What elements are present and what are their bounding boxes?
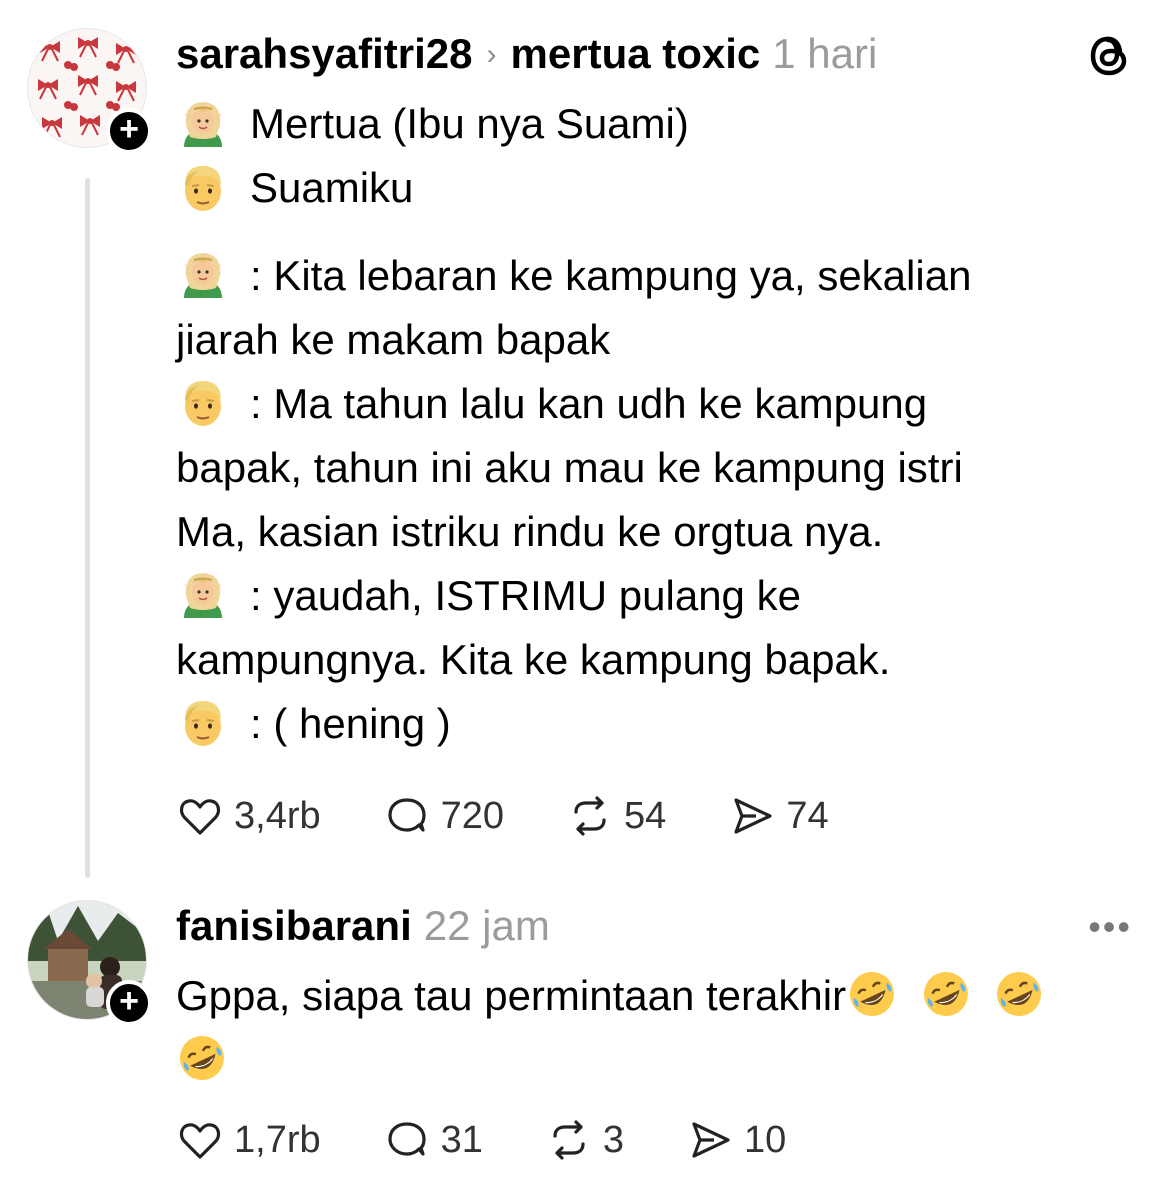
send-icon	[734, 798, 772, 834]
post-body: Gppa, siapa tau permintaan terakhir	[176, 964, 1136, 1092]
post-actions: 1,7rb 31 3 10	[176, 1116, 848, 1164]
repost-count: 3	[602, 1118, 625, 1161]
post-text: : Kita lebaran ke kampung ya, sekalian	[250, 252, 972, 299]
heart-icon	[179, 799, 221, 835]
blond-man-icon	[176, 376, 230, 430]
thread-post-reply: + fanisibarani 22 jam ••• Gppa, siapa ta…	[0, 880, 1168, 1200]
repost-icon	[553, 1120, 585, 1160]
rofl-icon	[993, 968, 1045, 1020]
post-actions: 3,4rb 720 54 74	[176, 792, 891, 840]
blond-man-icon	[176, 696, 230, 750]
threads-logo-icon[interactable]	[1084, 30, 1134, 80]
share-count: 10	[744, 1118, 787, 1161]
post-time: 22 jam	[423, 902, 550, 949]
rofl-icon	[176, 1032, 228, 1084]
post-text: Gppa, siapa tau permintaan terakhir	[176, 972, 847, 1019]
dialogue-line: : Ma tahun lalu kan udh ke kampung bapak…	[176, 372, 1136, 564]
post-text: bapak, tahun ini aku mau ke kampung istr…	[176, 444, 963, 491]
post-body: Mertua (Ibu nya Suami) Suamiku : Kita le…	[176, 92, 1136, 756]
blond-man-icon	[176, 161, 230, 215]
post-text: Ma, kasian istriku rindu ke orgtua nya.	[176, 508, 884, 555]
post-text: Mertua (Ibu nya Suami)	[250, 100, 689, 147]
share-button[interactable]: 74	[728, 792, 829, 840]
post-text: : Ma tahun lalu kan udh ke kampung	[250, 380, 928, 427]
topic-tag[interactable]: mertua toxic	[511, 30, 761, 78]
dialogue-line: : Kita lebaran ke kampung ya, sekalian j…	[176, 244, 1136, 372]
rofl-icon	[920, 968, 972, 1020]
thread-connector-line	[85, 178, 90, 878]
post-text: : ( hening )	[250, 700, 451, 747]
comment-bubble-icon	[388, 798, 426, 832]
heart-icon	[179, 1123, 221, 1159]
post-text: jiarah ke makam bapak	[176, 316, 611, 363]
more-options-button[interactable]: •••	[1088, 906, 1132, 948]
share-button[interactable]: 10	[686, 1116, 786, 1164]
comment-button[interactable]: 720	[383, 792, 504, 840]
like-button[interactable]: 1,7rb	[176, 1116, 321, 1164]
dialogue-line: : ( hening )	[176, 692, 1136, 756]
rofl-icon	[846, 968, 898, 1020]
post-header: fanisibarani 22 jam	[176, 902, 550, 950]
follow-plus-button[interactable]: +	[106, 980, 152, 1026]
cast-line-mother-in-law: Mertua (Ibu nya Suami)	[176, 92, 1136, 156]
reply-text: Gppa, siapa tau permintaan terakhir	[176, 964, 1136, 1092]
comment-count: 720	[440, 794, 505, 837]
like-count: 3,4rb	[234, 794, 321, 837]
elf-woman-icon	[176, 568, 230, 622]
comment-count: 31	[440, 1118, 483, 1161]
username[interactable]: sarahsyafitri28	[176, 30, 473, 78]
username[interactable]: fanisibarani	[176, 902, 412, 950]
post-header: sarahsyafitri28 › mertua toxic 1 hari	[176, 30, 877, 78]
repost-icon	[574, 796, 606, 836]
like-count: 1,7rb	[234, 1118, 321, 1161]
post-text: kampungnya. Kita ke kampung bapak.	[176, 636, 891, 683]
comment-bubble-icon	[388, 1122, 426, 1156]
post-text: Suamiku	[250, 164, 414, 211]
repost-button[interactable]: 3	[545, 1116, 624, 1164]
comment-button[interactable]: 31	[383, 1116, 483, 1164]
thread-post-main: + sarahsyafitri28 › mertua toxic 1 hari …	[0, 0, 1168, 880]
like-button[interactable]: 3,4rb	[176, 792, 321, 840]
repost-count: 54	[624, 794, 667, 837]
dialogue-line: : yaudah, ISTRIMU pulang ke kampungnya. …	[176, 564, 1136, 692]
send-icon	[692, 1122, 730, 1158]
post-text: : yaudah, ISTRIMU pulang ke	[250, 572, 801, 619]
elf-woman-icon	[176, 97, 230, 151]
post-time: 1 hari	[772, 30, 878, 77]
chevron-right-icon: ›	[486, 38, 497, 71]
cast-line-husband: Suamiku	[176, 156, 1136, 220]
repost-button[interactable]: 54	[566, 792, 666, 840]
share-count: 74	[786, 794, 829, 837]
elf-woman-icon	[176, 248, 230, 302]
follow-plus-button[interactable]: +	[106, 108, 152, 154]
